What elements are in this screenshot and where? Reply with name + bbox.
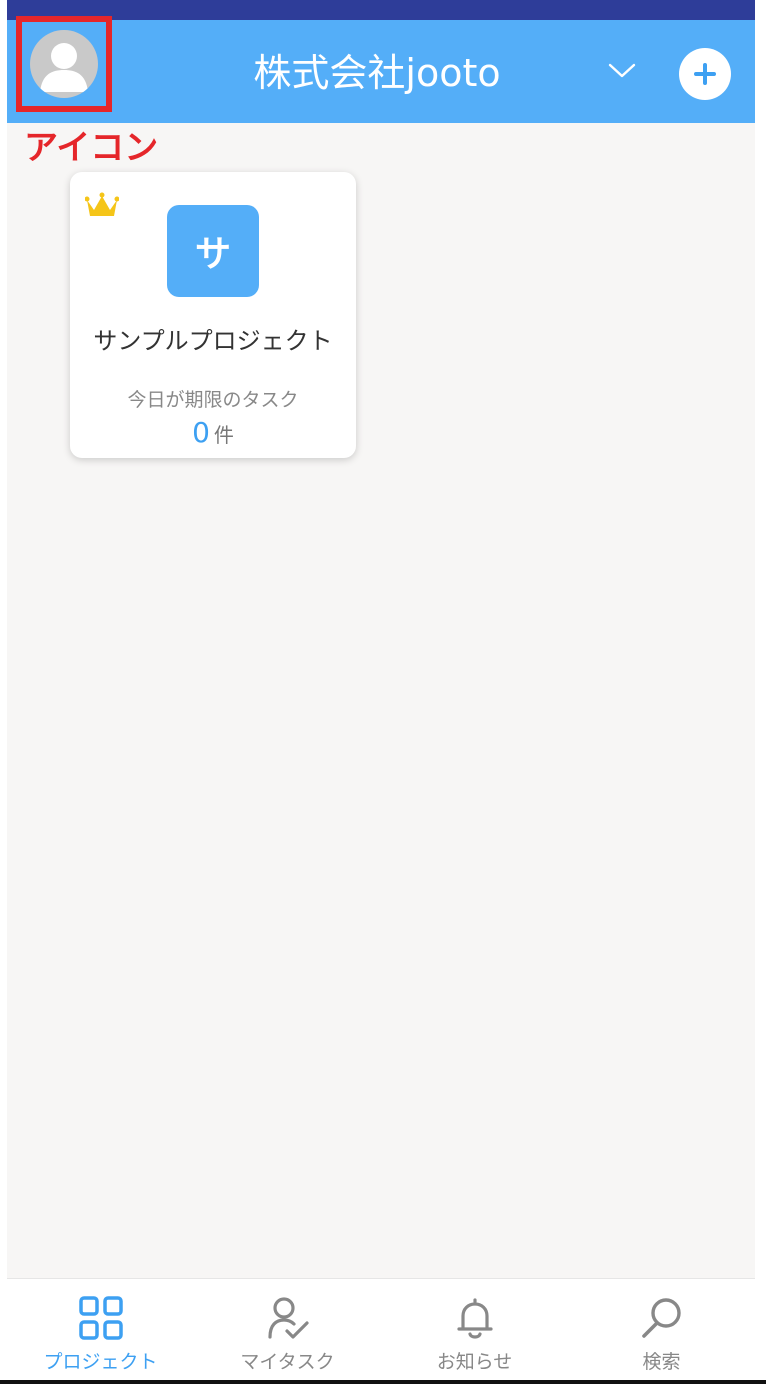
crown-icon <box>85 192 119 216</box>
app-header: 株式会社jooto <box>7 16 755 123</box>
screen-edge <box>0 1380 766 1384</box>
plus-icon <box>694 63 716 85</box>
add-project-button[interactable] <box>679 48 731 100</box>
project-name: サンプルプロジェクト <box>93 327 333 355</box>
user-icon <box>40 43 88 92</box>
tab-label: プロジェクト <box>43 1351 158 1373</box>
organization-title[interactable]: 株式会社jooto <box>197 48 557 98</box>
tab-projects[interactable]: プロジェクト <box>7 1279 194 1381</box>
avatar-highlight <box>16 16 112 112</box>
tab-my-tasks[interactable]: マイタスク <box>194 1279 381 1381</box>
user-check-icon <box>267 1297 309 1339</box>
due-today-label: 今日が期限のタスク <box>127 389 299 411</box>
status-bar <box>7 0 755 20</box>
tab-search[interactable]: 検索 <box>568 1279 755 1381</box>
due-count-unit: 件 <box>213 423 234 447</box>
avatar-annotation: アイコン <box>24 128 159 168</box>
search-icon <box>641 1298 681 1338</box>
tab-label: お知らせ <box>436 1351 513 1373</box>
due-count-value: 0 <box>192 416 210 449</box>
avatar[interactable] <box>30 30 98 98</box>
tab-label: マイタスク <box>240 1351 335 1373</box>
due-today-count: 0件 <box>70 416 356 454</box>
tab-notifications[interactable]: お知らせ <box>381 1279 568 1381</box>
project-badge: サ <box>167 205 259 297</box>
tab-label: 検索 <box>642 1351 681 1373</box>
grid-icon <box>78 1296 123 1340</box>
bell-icon <box>456 1298 493 1339</box>
project-card[interactable]: サ サンプルプロジェクト 今日が期限のタスク 0件 <box>70 172 356 458</box>
chevron-down-icon[interactable] <box>607 60 637 80</box>
app-frame: 株式会社jooto アイコン サ サンプルプロジェクト 今日が期限のタスク 0件 <box>7 0 755 1384</box>
bottom-tab-bar: プロジェクト マイタスク お知らせ 検索 <box>7 1278 755 1381</box>
